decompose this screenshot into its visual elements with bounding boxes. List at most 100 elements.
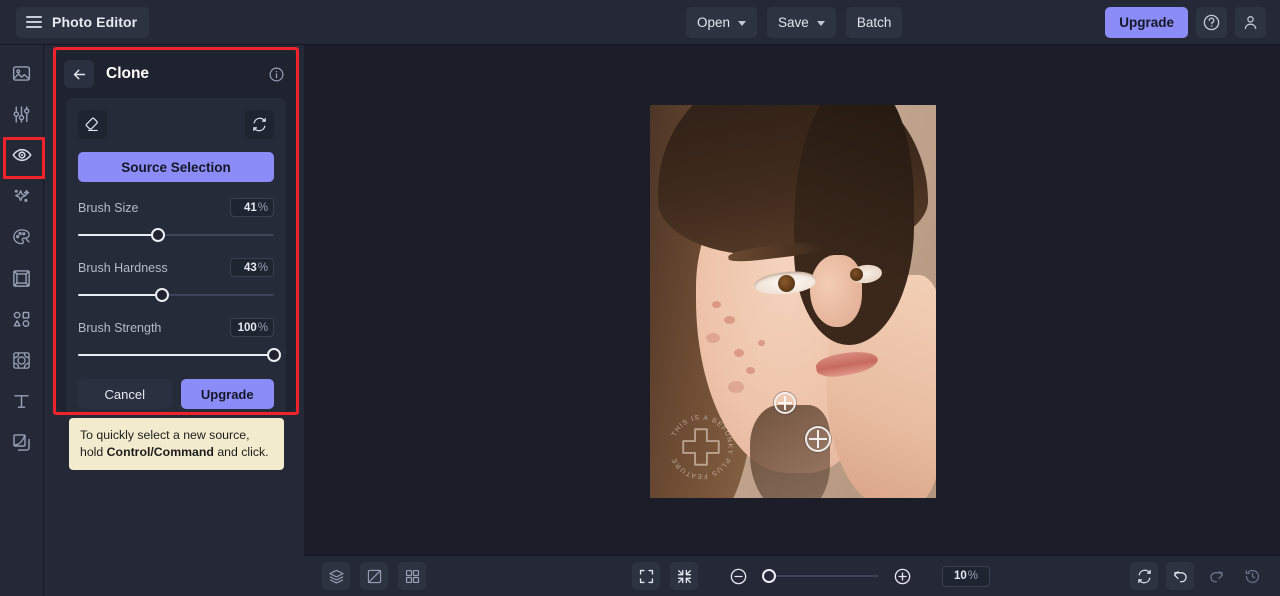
brush-size-group: Brush Size 41 % xyxy=(78,198,274,242)
compare-icon xyxy=(367,569,381,583)
photo-blemish xyxy=(758,340,765,346)
undo-icon xyxy=(1173,570,1187,582)
brush-strength-value-field[interactable]: 100 % xyxy=(230,318,274,337)
layers-icon xyxy=(13,433,30,451)
clone-brush-crosshair-icon[interactable] xyxy=(805,426,831,452)
compare-button[interactable] xyxy=(360,562,388,590)
photo-blemish xyxy=(728,381,744,393)
sidebar-item-edit[interactable] xyxy=(7,100,37,128)
zoom-unit: % xyxy=(967,570,979,582)
sidebar-item-frames[interactable] xyxy=(7,264,37,292)
image-icon xyxy=(12,65,31,81)
reset-clone-button[interactable] xyxy=(245,110,274,139)
redo-button[interactable] xyxy=(1202,562,1230,590)
chevron-down-icon xyxy=(816,21,825,26)
save-button[interactable]: Save xyxy=(767,7,836,38)
photo-image[interactable]: THIS IS A BEFUNKY PLUS FEATURE xyxy=(650,105,936,498)
eye-icon xyxy=(11,148,32,162)
bottom-left-tools xyxy=(322,562,426,590)
sidebar-item-text[interactable] xyxy=(7,387,37,415)
brush-size-unit: % xyxy=(257,201,268,214)
sidebar-item-effects[interactable] xyxy=(7,182,37,210)
refresh-icon xyxy=(253,117,266,132)
plus-circle-icon xyxy=(894,568,910,584)
clone-tool-row xyxy=(78,110,274,139)
zoom-value: 10 xyxy=(953,570,967,582)
reset-button[interactable] xyxy=(1130,562,1158,590)
sidebar-item-retouch[interactable] xyxy=(2,137,45,179)
top-bar-right-actions: Upgrade xyxy=(1105,7,1266,38)
brush-strength-label: Brush Strength xyxy=(78,320,162,335)
grid-button[interactable] xyxy=(398,562,426,590)
sidebar-item-textures[interactable] xyxy=(7,346,37,374)
top-bar-center-actions: Open Save Batch xyxy=(686,7,903,38)
clone-source-crosshair-icon[interactable] xyxy=(774,392,796,414)
zoom-slider-knob[interactable] xyxy=(762,569,776,583)
help-button[interactable] xyxy=(1196,7,1227,38)
brush-hardness-header: Brush Hardness 43 % xyxy=(78,258,274,277)
eraser-button[interactable] xyxy=(78,110,107,139)
sidebar-item-artsy[interactable] xyxy=(7,223,37,251)
clone-controls-card: Source Selection Brush Size 41 % Brush H… xyxy=(66,98,286,422)
history-icon xyxy=(1245,569,1259,583)
tooltip-text-after: and click. xyxy=(213,445,269,459)
app-menu-button[interactable]: Photo Editor xyxy=(16,6,150,38)
brush-hardness-value-field[interactable]: 43 % xyxy=(230,258,274,277)
svg-text:THIS IS A BEFUNKY PLUS FEATURE: THIS IS A BEFUNKY PLUS FEATURE xyxy=(671,415,734,480)
open-button[interactable]: Open xyxy=(686,7,758,38)
zoom-controls: 10 % xyxy=(632,562,990,590)
brush-strength-knob[interactable] xyxy=(267,348,281,362)
panel-upgrade-button[interactable]: Upgrade xyxy=(180,379,274,409)
user-icon xyxy=(1244,16,1257,30)
brush-size-knob[interactable] xyxy=(151,228,166,242)
layers-stack-icon xyxy=(328,569,344,584)
save-label: Save xyxy=(778,15,809,30)
panel-info-button[interactable] xyxy=(266,64,286,84)
collapse-icon xyxy=(677,569,691,583)
palette-icon xyxy=(13,228,30,244)
brush-hardness-knob[interactable] xyxy=(155,288,170,302)
brush-strength-slider[interactable] xyxy=(78,348,281,362)
brush-hardness-value: 43 xyxy=(243,261,257,274)
brush-strength-group: Brush Strength 100 % xyxy=(78,318,281,362)
panel-back-button[interactable] xyxy=(64,60,94,88)
grid-icon xyxy=(405,569,419,583)
brush-size-fill xyxy=(78,234,159,236)
panel-action-row: Cancel Upgrade xyxy=(78,379,274,409)
upgrade-button[interactable]: Upgrade xyxy=(1105,7,1188,38)
clone-tool-panel: Clone Source Selection Brush Size 41 % B… xyxy=(56,50,296,422)
fullscreen-button[interactable] xyxy=(632,562,660,590)
brush-hardness-slider[interactable] xyxy=(78,288,274,302)
zoom-slider-track xyxy=(762,575,878,577)
frame-icon xyxy=(13,269,30,287)
sidebar-item-image[interactable] xyxy=(7,59,37,87)
brush-hardness-label: Brush Hardness xyxy=(78,260,168,275)
brush-size-slider[interactable] xyxy=(78,228,274,242)
batch-label: Batch xyxy=(856,15,892,30)
photo-blemish xyxy=(734,349,744,357)
history-button[interactable] xyxy=(1238,562,1266,590)
fit-to-screen-button[interactable] xyxy=(670,562,698,590)
cancel-button[interactable]: Cancel xyxy=(78,379,172,409)
chevron-down-icon xyxy=(738,21,747,26)
brush-size-value-field[interactable]: 41 % xyxy=(230,198,274,217)
photo-blemish xyxy=(706,333,720,343)
zoom-out-button[interactable] xyxy=(724,562,752,590)
undo-button[interactable] xyxy=(1166,562,1194,590)
zoom-in-button[interactable] xyxy=(888,562,916,590)
sidebar-item-graphics[interactable] xyxy=(7,305,37,333)
zoom-slider[interactable] xyxy=(762,569,878,583)
sidebar-item-layers[interactable] xyxy=(7,428,37,456)
clone-source-tooltip: To quickly select a new source, hold Con… xyxy=(69,418,284,470)
layers-button[interactable] xyxy=(322,562,350,590)
zoom-value-field[interactable]: 10 % xyxy=(942,565,990,587)
batch-button[interactable]: Batch xyxy=(845,7,903,38)
source-selection-button[interactable]: Source Selection xyxy=(78,152,274,182)
top-bar: Photo Editor Open Save Batch Upgrade xyxy=(0,0,1280,45)
brush-hardness-unit: % xyxy=(257,261,268,274)
account-button[interactable] xyxy=(1235,7,1266,38)
brush-hardness-group: Brush Hardness 43 % xyxy=(78,258,274,302)
tooltip-text-bold: Control/Command xyxy=(106,445,214,459)
brush-strength-value: 100 xyxy=(237,321,257,334)
editor-canvas[interactable]: THIS IS A BEFUNKY PLUS FEATURE xyxy=(304,45,1280,555)
